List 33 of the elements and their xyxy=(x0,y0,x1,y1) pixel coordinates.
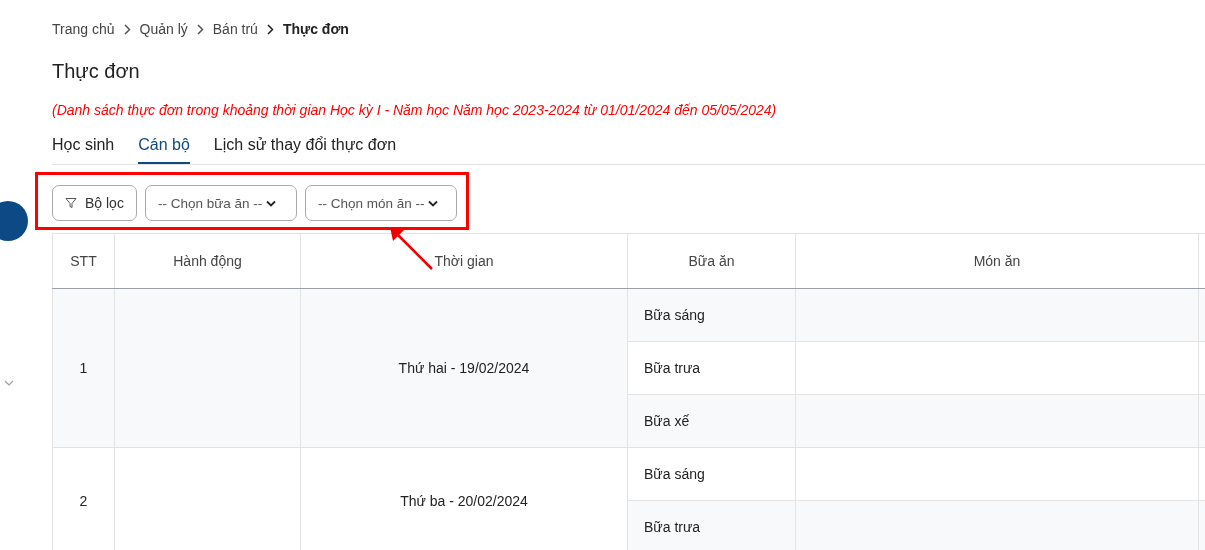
table-cell: Bữa trưa xyxy=(627,500,796,550)
table-cell: Bữa trưa xyxy=(627,341,796,395)
breadcrumb-item[interactable]: Quản lý xyxy=(139,21,188,37)
table-cell: 1 xyxy=(52,288,115,448)
chevron-right-icon xyxy=(266,23,274,35)
column-header: Hành động xyxy=(114,233,301,289)
column-header: Món ăn xyxy=(795,233,1199,289)
tab[interactable]: Lịch sử thay đổi thực đơn xyxy=(213,134,397,162)
breadcrumb-item[interactable]: Trang chủ xyxy=(52,21,115,37)
column-header: STT xyxy=(52,233,115,289)
table-cell: Bữa sáng xyxy=(627,288,796,342)
filter-button[interactable]: Bộ lọc xyxy=(52,185,137,221)
table-cell: Thứ hai - 19/02/2024 xyxy=(300,288,628,448)
dish-dropdown[interactable]: -- Chọn món ăn -- xyxy=(304,185,457,221)
chevron-right-icon xyxy=(123,23,131,35)
chevron-down-icon xyxy=(266,199,277,207)
notice-text: (Danh sách thực đơn trong khoảng thời gian Học kỳ I - Năm học Năm học 2023-2024 từ 01/01/2024 đến 05/05/2024) xyxy=(52,102,778,120)
tab[interactable]: Học sinh xyxy=(52,134,115,162)
table-cell: Bữa sáng xyxy=(627,447,796,501)
filter-icon xyxy=(65,197,77,209)
table-cell: 2 xyxy=(52,447,115,550)
column-header: Thời gian xyxy=(300,233,628,289)
table-cell: Bữa xế xyxy=(627,394,796,448)
meal-dropdown[interactable]: -- Chọn bữa ăn -- xyxy=(144,185,297,221)
sidebar-toggle[interactable] xyxy=(0,201,28,241)
chevron-down-icon[interactable] xyxy=(4,380,14,386)
column-header: Bữa ăn xyxy=(627,233,796,289)
page-title: Thực đơn xyxy=(52,59,141,83)
breadcrumb-item[interactable]: Bán trú xyxy=(212,21,258,37)
chevron-right-icon xyxy=(196,23,204,35)
chevron-down-icon xyxy=(428,199,439,207)
breadcrumb-item: Thực đơn xyxy=(282,21,349,37)
tab[interactable]: Cán bộ xyxy=(138,134,190,164)
